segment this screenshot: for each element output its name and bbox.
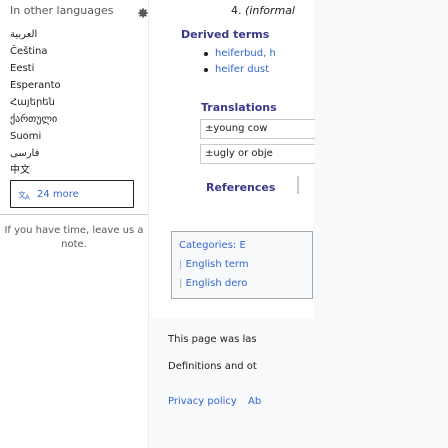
footer-links: Privacy policy Ab (168, 396, 269, 407)
language-list: العربية Čeština Eesti Esperanto Հայերեն … (10, 26, 61, 179)
language-link[interactable]: العربية (10, 29, 37, 40)
language-sidebar: In other languages العربية Čeština Eesti… (0, 0, 148, 448)
category-link[interactable]: E (239, 240, 245, 251)
about-link[interactable]: Ab (248, 396, 261, 407)
languages-heading: In other languages (10, 4, 114, 17)
categories-line: Categories: E (179, 236, 312, 255)
derived-term-link[interactable]: heiferbud, h (215, 48, 276, 59)
language-item[interactable]: Esperanto (10, 77, 61, 94)
category-link[interactable]: English term (186, 259, 249, 270)
derived-terms-list: heiferbud, h heifer dust (204, 46, 276, 78)
language-link[interactable]: Esperanto (10, 80, 61, 91)
language-link[interactable]: 中文 (10, 165, 30, 176)
language-link[interactable]: Suomi (10, 131, 41, 142)
sense-heading: 4. (informal (149, 4, 295, 17)
language-item[interactable]: 中文 (10, 162, 61, 179)
sense-number: 4. (231, 4, 242, 17)
category-separator: | (179, 259, 183, 270)
language-link[interactable]: فارسی (10, 148, 39, 159)
references-divider (297, 176, 299, 194)
more-languages-button[interactable]: 文 A 24 more (10, 180, 134, 208)
translate-icon: 文 A (18, 189, 30, 200)
category-link[interactable]: English dero (186, 278, 248, 289)
more-languages-label: 24 more (37, 188, 79, 200)
derived-term-item: heifer dust (204, 62, 276, 78)
categories-label[interactable]: Categories: (179, 240, 236, 251)
translation-gloss: young cow (213, 123, 268, 134)
article-content: 4. (informal Derived terms heiferbud, h … (149, 0, 315, 318)
feedback-note: If you have time, leave us a note. (4, 225, 144, 250)
language-item[interactable]: Čeština (10, 43, 61, 60)
category-line: | English dero (179, 274, 312, 293)
categories-box: Categories: E | English term | English d… (171, 231, 313, 299)
derived-terms-heading: Derived terms (181, 28, 270, 41)
language-link[interactable]: ქართული (10, 114, 57, 125)
language-item[interactable]: ქართული (10, 111, 61, 128)
language-item[interactable]: Eesti (10, 60, 61, 77)
sidebar-divider (0, 214, 148, 215)
references-heading: References (206, 181, 276, 194)
language-link[interactable]: Eesti (10, 63, 34, 74)
category-separator: | (179, 278, 183, 289)
translations-heading: Translations (201, 101, 277, 114)
sense-text: (informal (245, 4, 295, 17)
language-item[interactable]: فارسی (10, 145, 61, 162)
article-area: 4. (informal Derived terms heiferbud, h … (148, 0, 448, 448)
language-link[interactable]: Čeština (10, 46, 48, 57)
translation-toggle[interactable]: ±young cow (200, 119, 315, 139)
derived-term-item: heiferbud, h (204, 46, 276, 62)
privacy-policy-link[interactable]: Privacy policy (168, 396, 237, 407)
category-line: | English term (179, 255, 312, 274)
derived-term-link[interactable]: heifer dust (215, 64, 269, 75)
last-edited-text: This page was las (168, 334, 257, 345)
translation-toggle[interactable]: ±ugly or obje (200, 144, 315, 164)
language-item[interactable]: Suomi (10, 128, 61, 145)
svg-text:A: A (25, 193, 30, 200)
language-item[interactable]: العربية (10, 26, 61, 43)
language-item[interactable]: Հայերեն (10, 94, 61, 111)
license-text: Definitions and ot (168, 361, 257, 372)
translation-gloss: ugly or obje (213, 148, 273, 159)
language-link[interactable]: Հայերեն (10, 97, 55, 108)
